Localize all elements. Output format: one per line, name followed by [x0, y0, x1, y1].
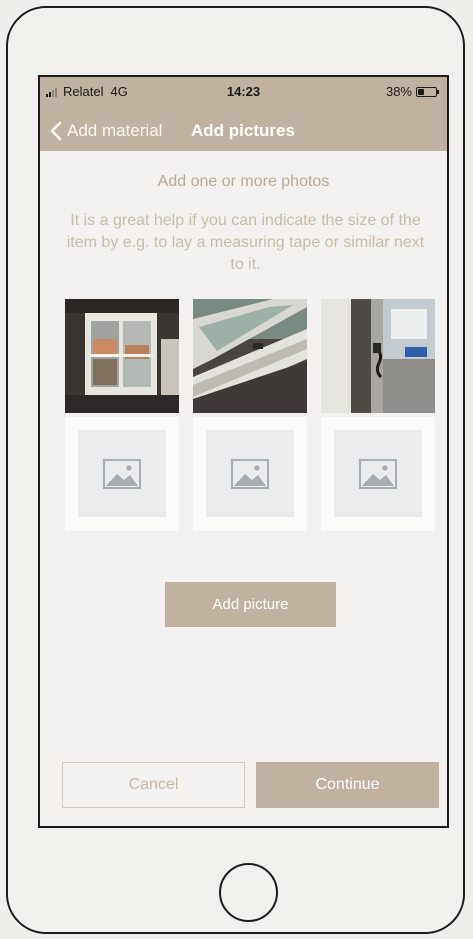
- window-latch-photo-image: [321, 299, 435, 413]
- image-placeholder-icon: [359, 458, 397, 489]
- back-button[interactable]: Add material: [48, 111, 162, 151]
- instructions-hint: It is a great help if you can indicate t…: [66, 212, 425, 273]
- status-bar: Relatel 4G 14:23 38%: [40, 77, 447, 111]
- page-title: Add pictures: [191, 121, 295, 140]
- phone-frame: Relatel 4G 14:23 38% Add material Add pi…: [6, 6, 465, 934]
- photo-placeholder: [206, 430, 294, 517]
- instructions-heading: Add one or more photos: [157, 173, 330, 190]
- app-screen: Relatel 4G 14:23 38% Add material Add pi…: [38, 75, 449, 828]
- battery-percent: 38%: [385, 84, 412, 99]
- image-placeholder-icon: [231, 458, 269, 489]
- chevron-left-icon: [50, 121, 62, 141]
- photo-slot-empty-3[interactable]: [321, 417, 435, 531]
- status-right: 38%: [385, 84, 439, 99]
- window-frame-photo-image: [193, 299, 307, 413]
- home-button[interactable]: [219, 863, 278, 922]
- photo-placeholder: [334, 430, 422, 517]
- photo-thumbnail-2[interactable]: [193, 299, 307, 413]
- photo-grid: [65, 299, 435, 533]
- photo-slot-empty-2[interactable]: [193, 417, 307, 531]
- battery-icon: [416, 86, 439, 97]
- photo-slot-empty-1[interactable]: [65, 417, 179, 531]
- window-photo-image: [65, 299, 179, 413]
- back-label: Add material: [67, 121, 163, 140]
- continue-button[interactable]: Continue: [256, 762, 439, 808]
- navigation-bar: Add material Add pictures: [40, 111, 447, 151]
- image-placeholder-icon: [103, 458, 141, 489]
- photo-thumbnail-1[interactable]: [65, 299, 179, 413]
- photo-thumbnail-3[interactable]: [321, 299, 435, 413]
- cancel-button[interactable]: Cancel: [62, 762, 245, 808]
- add-picture-button[interactable]: Add picture: [165, 582, 336, 627]
- photo-placeholder: [78, 430, 166, 517]
